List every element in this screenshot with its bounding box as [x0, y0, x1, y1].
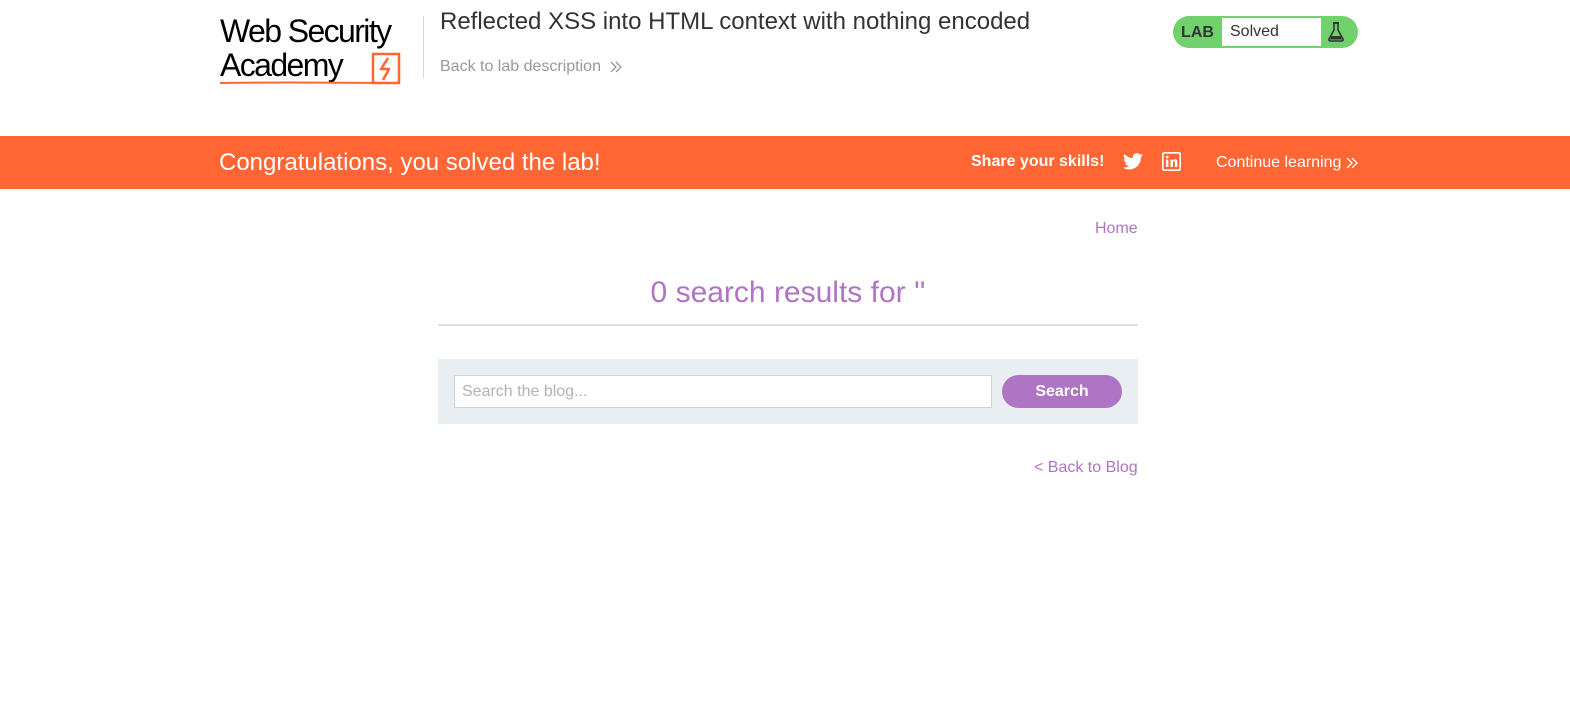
- double-chevron-right-icon: [1346, 157, 1359, 169]
- flask-icon: [1328, 22, 1344, 42]
- continue-learning-label: Continue learning: [1216, 154, 1342, 171]
- lab-status-tag: LAB: [1181, 24, 1214, 41]
- heading-divider: [438, 324, 1138, 326]
- logo-text-line1: Web Security: [220, 13, 392, 49]
- logo-underline: [220, 81, 379, 84]
- web-security-academy-logo[interactable]: Web Security Academy: [220, 14, 420, 88]
- search-form: Search: [438, 359, 1138, 424]
- lab-status-value: Solved: [1222, 18, 1321, 46]
- site-header: Web Security Academy Reflected XSS into …: [0, 0, 1570, 136]
- search-input[interactable]: [454, 375, 992, 408]
- search-results-heading: 0 search results for '': [650, 276, 926, 309]
- lab-status-widget: LAB Solved: [1173, 16, 1358, 48]
- lab-title: Reflected XSS into HTML context with not…: [440, 8, 1031, 35]
- solved-banner: Congratulations, you solved the lab! Sha…: [0, 136, 1570, 189]
- logo-text-line2: Academy: [220, 47, 344, 83]
- share-skills-label: Share your skills!: [971, 153, 1105, 170]
- home-link[interactable]: Home: [1095, 220, 1138, 238]
- back-to-blog-link[interactable]: < Back to Blog: [1034, 459, 1138, 477]
- double-chevron-right-icon: [610, 61, 622, 73]
- back-to-lab-description-link[interactable]: Back to lab description: [440, 58, 623, 76]
- header-divider: [423, 16, 424, 78]
- search-button[interactable]: Search: [1002, 375, 1122, 408]
- linkedin-icon[interactable]: [1162, 152, 1181, 171]
- twitter-icon[interactable]: [1123, 153, 1143, 170]
- continue-learning-link[interactable]: Continue learning: [1216, 154, 1359, 172]
- back-to-lab-description-label: Back to lab description: [440, 58, 601, 75]
- solved-message: Congratulations, you solved the lab!: [219, 149, 601, 176]
